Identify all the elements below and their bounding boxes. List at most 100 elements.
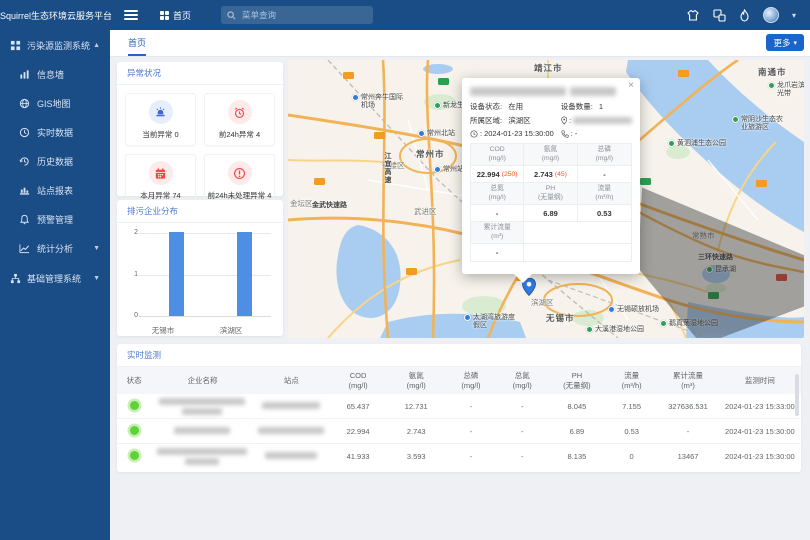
map-poi[interactable]: 龙爪岩滨江风光带 [768,82,804,98]
app-window: Squirrel生态环境云服务平台 首页 ▾ [0,0,810,540]
table-row[interactable]: 22.994 2.743 - - 6.89 0.53 - 2024-01-23 … [117,419,801,444]
sidebar-section-pollution[interactable]: 污染源监测系统 ▲ [0,30,110,60]
nh3n-value: 3.593 [387,452,445,461]
metric-value: 0.53 [597,209,612,218]
search-input[interactable] [240,9,350,21]
avatar[interactable] [763,7,779,23]
popup-metrics-table: COD(mg/l) 氨氮(mg/l) 总磷(mg/l) 22.994(250) … [470,143,632,262]
card-current-abnormal[interactable]: 当前异常 0 [125,93,196,146]
grid-icon [160,11,169,20]
bar [237,232,252,316]
poi-label: 太湖湾旅游度假区 [473,314,517,330]
company-name-redacted [151,448,254,465]
clock-icon [19,127,30,138]
nh3n-value: 2.743 [387,427,445,436]
card-value: 4 [267,191,271,200]
table-row[interactable]: 65.437 12.731 - - 8.045 7.155 327636.531… [117,394,801,419]
map-canvas[interactable]: 南通市靖江市常州市钟楼区武进区金坛区无锡市滨湖区常熟市金武快速路三环快速路江宜高… [288,60,804,338]
tab-home[interactable]: 首页 [128,36,146,49]
metric-limit: (45) [555,171,567,178]
device-status-label: 设备状态: [470,101,502,112]
monitor-time: 2024-01-23 15:30:00 [719,427,801,436]
nh3n-value: 12.731 [387,402,445,411]
road-shield-icon [678,70,689,77]
card-value: 74 [172,191,180,200]
map-poi[interactable]: 常州站 [434,166,464,174]
report-icon [19,185,30,196]
col-header: 总氮(mg/l) [497,371,548,391]
tn-value: - [497,452,548,461]
theme-shirt-icon[interactable] [686,9,700,22]
metric-value: - [603,170,606,179]
chevron-down-icon[interactable]: ▾ [792,11,796,20]
map-district-label: 金坛区 [290,198,313,209]
flame-icon[interactable] [739,9,750,22]
map-poi[interactable]: 常州北站 [418,130,455,138]
map-district-label: 武进区 [414,206,437,217]
col-header: 企业名称 [151,376,254,386]
poi-label: 黄泗浦生态公园 [677,140,726,148]
site-info-popup: × 设备状态: 在用 设备数量: 1 所属区域: 滨湖区 : : 2024-01… [462,78,640,274]
close-icon[interactable]: × [628,80,634,91]
popup-phone-value: - [575,129,578,138]
total-flow-value: 13467 [657,452,719,461]
x-category-label: 无锡市 [133,325,193,336]
map-city-label: 靖江市 [534,62,563,74]
map-poi[interactable]: 常州奔牛国际机场 [352,94,409,110]
map-poi[interactable]: 常阴沙生态农业旅游区 [732,116,789,132]
sidebar-section-base-management[interactable]: 基础管理系统 ▼ [0,263,110,293]
map-poi[interactable]: 太湖湾旅游度假区 [464,314,517,330]
poi-label: 常阴沙生态农业旅游区 [741,116,789,132]
card-value: 0 [174,130,178,139]
poi-marker-icon [464,314,471,321]
col-header: 累计流量(m³) [657,371,719,391]
menu-search[interactable] [221,6,373,24]
map-poi[interactable]: 无锡硕放机场 [608,306,659,314]
scrollbar[interactable] [795,374,799,416]
poi-label: 常州北站 [427,130,455,138]
poi-label: 龙爪岩滨江风光带 [777,82,804,98]
app-title: Squirrel生态环境云服务平台 [0,9,110,22]
status-ok-icon [130,426,139,435]
table-row[interactable]: 41.933 3.593 - - 8.135 0 13467 2024-01-2… [117,444,801,469]
nav-home[interactable]: 首页 [160,9,191,22]
poi-label: 常州站 [443,166,464,174]
map-poi[interactable]: 黄泗浦生态公园 [668,140,726,148]
phone-icon [561,130,569,138]
map-poi[interactable]: 大溪港湿地公园 [586,326,644,334]
tp-value: - [445,452,496,461]
col-header: 状态 [117,376,151,386]
top-bar: Squirrel生态环境云服务平台 首页 ▾ [0,0,810,30]
poi-marker-icon [768,82,775,89]
apps-icon [10,40,21,51]
ph-value: 6.89 [548,427,606,436]
card-label: 前24h未处理异常 [208,191,266,200]
sidebar-item-realtime-data[interactable]: 实时数据 [0,118,110,147]
sidebar-item-label: GIS地图 [37,97,71,110]
road-shield-icon [314,178,325,185]
sidebar-item-info-wall[interactable]: 信息墙 [0,60,110,89]
card-last24h-abnormal[interactable]: 前24h异常 4 [204,93,275,146]
abnormal-status-panel: 异常状况 当前异常 0 前24h异常 4 本月异常 74 [117,62,283,196]
road-shield-icon [640,178,651,185]
sidebar-item-alarm-management[interactable]: 预警管理 [0,205,110,234]
location-pin-icon [561,116,567,125]
layout-icon[interactable] [713,9,726,22]
colon: : [571,129,573,138]
menu-toggle-icon[interactable] [124,10,138,20]
metric-name: 总氮 [490,185,504,193]
tp-value: - [445,402,496,411]
colon: : [480,129,482,138]
more-button[interactable]: 更多 ▾ [766,34,804,51]
sidebar-item-history-data[interactable]: 历史数据 [0,147,110,176]
total-flow-value: - [657,427,719,436]
sidebar-item-gis-map[interactable]: GIS地图 [0,89,110,118]
chevron-up-icon: ▲ [93,42,100,49]
road-shield-icon [374,132,385,139]
device-count-value: 1 [599,102,603,111]
road-shield-icon [343,72,354,79]
sidebar-item-site-report[interactable]: 站点报表 [0,176,110,205]
poi-marker-icon [434,166,441,173]
sidebar-item-statistics[interactable]: 统计分析 ▼ [0,234,110,263]
total-flow-value: 327636.531 [657,402,719,411]
